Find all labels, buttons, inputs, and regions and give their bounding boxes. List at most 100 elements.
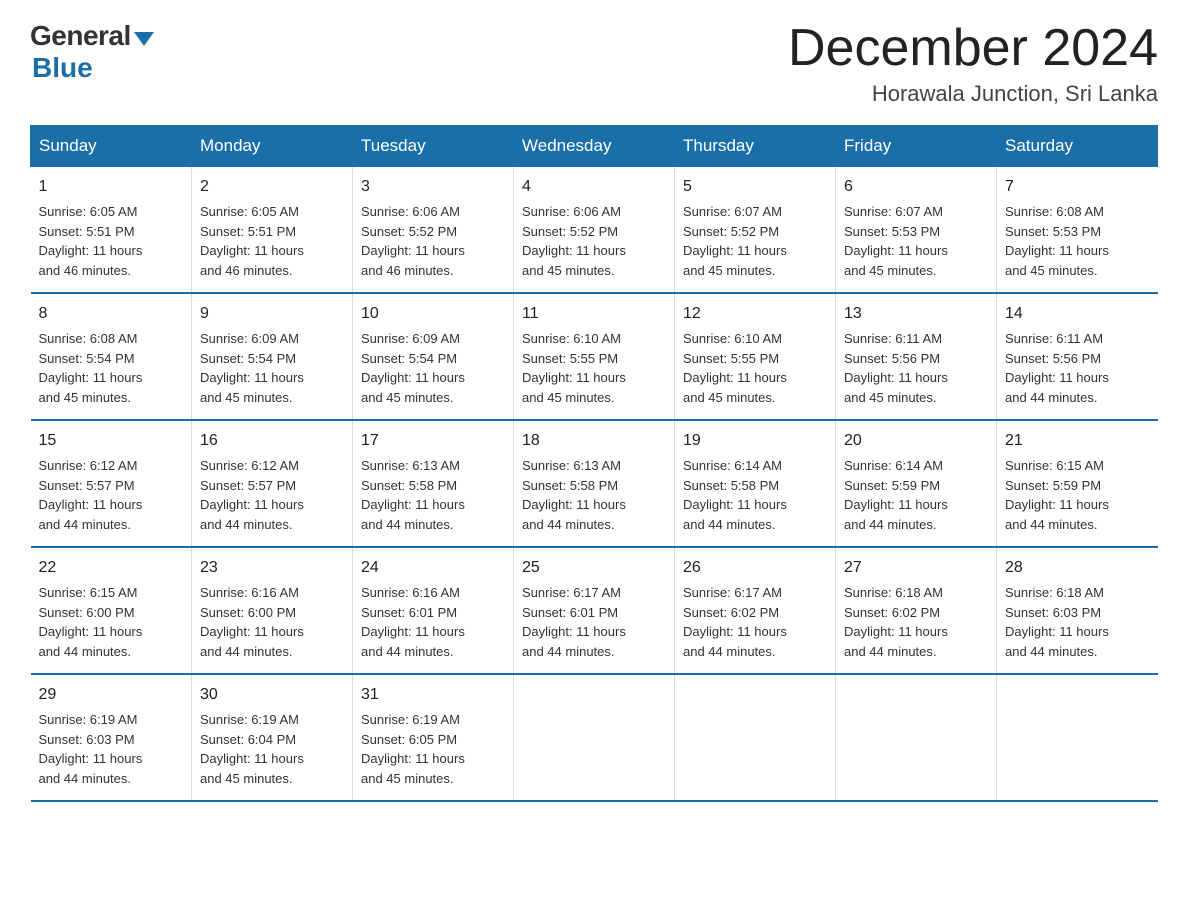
calendar-cell: 21 Sunrise: 6:15 AMSunset: 5:59 PMDayligh… [997,420,1158,547]
column-header-thursday: Thursday [675,126,836,167]
day-info: Sunrise: 6:12 AMSunset: 5:57 PMDaylight:… [200,456,344,534]
calendar-cell: 13 Sunrise: 6:11 AMSunset: 5:56 PMDayligh… [836,293,997,420]
day-number: 26 [683,556,827,580]
calendar-table: SundayMondayTuesdayWednesdayThursdayFrid… [30,125,1158,802]
day-info: Sunrise: 6:11 AMSunset: 5:56 PMDaylight:… [844,329,988,407]
day-number: 23 [200,556,344,580]
day-info: Sunrise: 6:13 AMSunset: 5:58 PMDaylight:… [361,456,505,534]
day-info: Sunrise: 6:06 AMSunset: 5:52 PMDaylight:… [522,202,666,280]
calendar-cell: 28Sunrise: 6:18 AMSunset: 6:03 PMDayligh… [997,547,1158,674]
calendar-cell: 12 Sunrise: 6:10 AMSunset: 5:55 PMDayligh… [675,293,836,420]
calendar-cell: 31 Sunrise: 6:19 AMSunset: 6:05 PMDayligh… [353,674,514,801]
day-info: Sunrise: 6:12 AMSunset: 5:57 PMDaylight:… [39,456,184,534]
calendar-cell [514,674,675,801]
calendar-cell: 27 Sunrise: 6:18 AMSunset: 6:02 PMDayligh… [836,547,997,674]
column-header-wednesday: Wednesday [514,126,675,167]
location-title: Horawala Junction, Sri Lanka [788,81,1158,107]
calendar-week-row: 22Sunrise: 6:15 AMSunset: 6:00 PMDayligh… [31,547,1158,674]
calendar-cell: 23 Sunrise: 6:16 AMSunset: 6:00 PMDayligh… [192,547,353,674]
day-info: Sunrise: 6:07 AMSunset: 5:52 PMDaylight:… [683,202,827,280]
month-title: December 2024 [788,20,1158,77]
day-info: Sunrise: 6:13 AMSunset: 5:58 PMDaylight:… [522,456,666,534]
calendar-cell: 29 Sunrise: 6:19 AMSunset: 6:03 PMDayligh… [31,674,192,801]
day-info: Sunrise: 6:19 AMSunset: 6:04 PMDaylight:… [200,710,344,788]
day-number: 12 [683,302,827,326]
calendar-week-row: 15 Sunrise: 6:12 AMSunset: 5:57 PMDayligh… [31,420,1158,547]
calendar-week-row: 29 Sunrise: 6:19 AMSunset: 6:03 PMDayligh… [31,674,1158,801]
title-block: December 2024 Horawala Junction, Sri Lan… [788,20,1158,107]
day-info: Sunrise: 6:10 AMSunset: 5:55 PMDaylight:… [683,329,827,407]
calendar-cell: 4Sunrise: 6:06 AMSunset: 5:52 PMDaylight… [514,167,675,294]
day-number: 10 [361,302,505,326]
day-info: Sunrise: 6:15 AMSunset: 6:00 PMDaylight:… [39,583,184,661]
calendar-cell: 24Sunrise: 6:16 AMSunset: 6:01 PMDayligh… [353,547,514,674]
day-info: Sunrise: 6:08 AMSunset: 5:54 PMDaylight:… [39,329,184,407]
day-info: Sunrise: 6:10 AMSunset: 5:55 PMDaylight:… [522,329,666,407]
day-info: Sunrise: 6:14 AMSunset: 5:58 PMDaylight:… [683,456,827,534]
day-number: 15 [39,429,184,453]
calendar-cell: 15 Sunrise: 6:12 AMSunset: 5:57 PMDayligh… [31,420,192,547]
day-number: 13 [844,302,988,326]
logo-general-text: General [30,20,131,52]
day-number: 21 [1005,429,1150,453]
column-header-monday: Monday [192,126,353,167]
day-info: Sunrise: 6:18 AMSunset: 6:02 PMDaylight:… [844,583,988,661]
calendar-cell: 1 Sunrise: 6:05 AMSunset: 5:51 PMDaylight… [31,167,192,294]
day-number: 29 [39,683,184,707]
calendar-cell: 22Sunrise: 6:15 AMSunset: 6:00 PMDayligh… [31,547,192,674]
day-number: 6 [844,175,988,199]
calendar-cell [836,674,997,801]
day-info: Sunrise: 6:05 AMSunset: 5:51 PMDaylight:… [200,202,344,280]
page-header: General Blue December 2024 Horawala Junc… [30,20,1158,107]
day-number: 28 [1005,556,1150,580]
day-number: 2 [200,175,344,199]
day-number: 20 [844,429,988,453]
calendar-cell: 30 Sunrise: 6:19 AMSunset: 6:04 PMDayligh… [192,674,353,801]
day-number: 1 [39,175,184,199]
day-number: 11 [522,302,666,326]
day-number: 24 [361,556,505,580]
calendar-cell: 17 Sunrise: 6:13 AMSunset: 5:58 PMDayligh… [353,420,514,547]
calendar-cell: 7 Sunrise: 6:08 AMSunset: 5:53 PMDaylight… [997,167,1158,294]
day-info: Sunrise: 6:19 AMSunset: 6:03 PMDaylight:… [39,710,184,788]
day-info: Sunrise: 6:16 AMSunset: 6:00 PMDaylight:… [200,583,344,661]
calendar-cell: 2 Sunrise: 6:05 AMSunset: 5:51 PMDaylight… [192,167,353,294]
calendar-cell: 9Sunrise: 6:09 AMSunset: 5:54 PMDaylight… [192,293,353,420]
day-number: 5 [683,175,827,199]
column-header-saturday: Saturday [997,126,1158,167]
calendar-cell: 14Sunrise: 6:11 AMSunset: 5:56 PMDayligh… [997,293,1158,420]
calendar-cell: 18 Sunrise: 6:13 AMSunset: 5:58 PMDayligh… [514,420,675,547]
day-number: 17 [361,429,505,453]
day-info: Sunrise: 6:05 AMSunset: 5:51 PMDaylight:… [39,202,184,280]
column-header-friday: Friday [836,126,997,167]
calendar-cell: 11 Sunrise: 6:10 AMSunset: 5:55 PMDayligh… [514,293,675,420]
calendar-week-row: 1 Sunrise: 6:05 AMSunset: 5:51 PMDaylight… [31,167,1158,294]
day-info: Sunrise: 6:07 AMSunset: 5:53 PMDaylight:… [844,202,988,280]
logo-blue-text: Blue [32,52,93,84]
calendar-cell [997,674,1158,801]
day-number: 7 [1005,175,1150,199]
day-info: Sunrise: 6:14 AMSunset: 5:59 PMDaylight:… [844,456,988,534]
day-info: Sunrise: 6:09 AMSunset: 5:54 PMDaylight:… [361,329,505,407]
calendar-cell [675,674,836,801]
day-info: Sunrise: 6:19 AMSunset: 6:05 PMDaylight:… [361,710,505,788]
day-number: 31 [361,683,505,707]
day-number: 9 [200,302,344,326]
calendar-week-row: 8 Sunrise: 6:08 AMSunset: 5:54 PMDaylight… [31,293,1158,420]
calendar-cell: 26 Sunrise: 6:17 AMSunset: 6:02 PMDayligh… [675,547,836,674]
day-number: 30 [200,683,344,707]
day-info: Sunrise: 6:17 AMSunset: 6:02 PMDaylight:… [683,583,827,661]
day-number: 8 [39,302,184,326]
day-info: Sunrise: 6:08 AMSunset: 5:53 PMDaylight:… [1005,202,1150,280]
day-number: 27 [844,556,988,580]
calendar-cell: 5 Sunrise: 6:07 AMSunset: 5:52 PMDaylight… [675,167,836,294]
day-info: Sunrise: 6:15 AMSunset: 5:59 PMDaylight:… [1005,456,1150,534]
calendar-cell: 3Sunrise: 6:06 AMSunset: 5:52 PMDaylight… [353,167,514,294]
day-number: 16 [200,429,344,453]
calendar-cell: 10 Sunrise: 6:09 AMSunset: 5:54 PMDayligh… [353,293,514,420]
day-info: Sunrise: 6:11 AMSunset: 5:56 PMDaylight:… [1005,329,1150,407]
calendar-cell: 16 Sunrise: 6:12 AMSunset: 5:57 PMDayligh… [192,420,353,547]
column-header-sunday: Sunday [31,126,192,167]
day-number: 18 [522,429,666,453]
day-info: Sunrise: 6:17 AMSunset: 6:01 PMDaylight:… [522,583,666,661]
